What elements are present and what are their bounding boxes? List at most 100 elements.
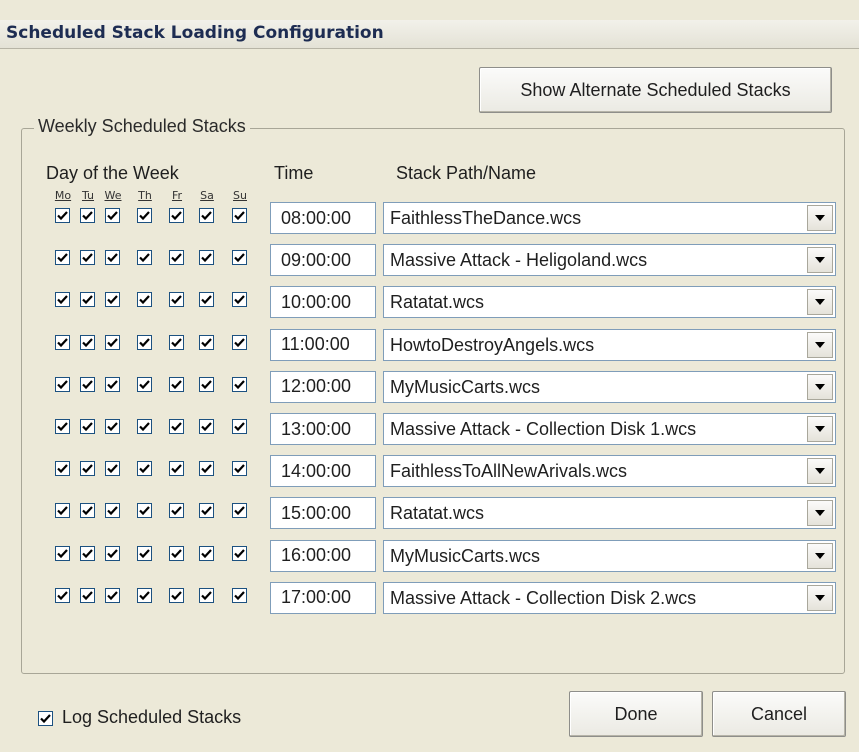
day-checkbox-su[interactable] xyxy=(232,503,247,519)
dropdown-button[interactable] xyxy=(807,458,833,485)
stack-combo[interactable]: Ratatat.wcs xyxy=(383,497,836,530)
day-checkbox-sa[interactable] xyxy=(199,587,214,603)
day-checkbox-th[interactable] xyxy=(137,419,152,434)
dropdown-button[interactable] xyxy=(807,416,833,442)
day-checkbox-tu[interactable] xyxy=(80,461,95,477)
day-checkbox-we[interactable] xyxy=(105,587,120,603)
day-checkbox-we[interactable] xyxy=(105,503,120,519)
dropdown-button[interactable] xyxy=(807,584,833,611)
day-checkbox-fr[interactable] xyxy=(169,419,184,434)
stack-combo[interactable]: MyMusicCarts.wcs xyxy=(383,539,836,572)
day-checkbox-th[interactable] xyxy=(137,461,152,477)
day-checkbox-su[interactable] xyxy=(232,208,247,223)
day-checkbox-we[interactable] xyxy=(105,334,120,350)
day-checkbox-sa[interactable] xyxy=(199,419,214,434)
show-alternate-button[interactable]: Show Alternate Scheduled Stacks xyxy=(479,67,832,113)
stack-combo[interactable]: Massive Attack - Heligoland.wcs xyxy=(383,244,836,277)
day-checkbox-we[interactable] xyxy=(105,208,120,223)
day-checkbox-mo[interactable] xyxy=(55,376,70,392)
day-checkbox-sa[interactable] xyxy=(199,545,214,561)
day-checkbox-th[interactable] xyxy=(137,250,152,266)
day-checkbox-sa[interactable] xyxy=(199,250,214,266)
dropdown-button[interactable] xyxy=(807,331,833,358)
log-scheduled-checkbox[interactable] xyxy=(38,711,53,726)
stack-combo[interactable]: HowtoDestroyAngels.wcs xyxy=(383,328,836,361)
day-checkbox-th[interactable] xyxy=(137,334,152,350)
time-field[interactable]: 15:00:00 xyxy=(270,497,376,530)
day-checkbox-mo[interactable] xyxy=(55,419,70,434)
dropdown-button[interactable] xyxy=(807,289,833,316)
time-field[interactable]: 14:00:00 xyxy=(270,455,376,488)
dropdown-button[interactable] xyxy=(807,373,833,400)
day-checkbox-su[interactable] xyxy=(232,292,247,308)
day-checkbox-fr[interactable] xyxy=(169,292,184,308)
time-field[interactable]: 13:00:00 xyxy=(270,413,376,445)
day-checkbox-fr[interactable] xyxy=(169,461,184,477)
day-checkbox-sa[interactable] xyxy=(199,334,214,350)
day-checkbox-we[interactable] xyxy=(105,292,120,308)
day-checkbox-th[interactable] xyxy=(137,208,152,223)
day-checkbox-fr[interactable] xyxy=(169,376,184,392)
time-field[interactable]: 16:00:00 xyxy=(270,539,376,572)
day-checkbox-sa[interactable] xyxy=(199,292,214,308)
day-checkbox-fr[interactable] xyxy=(169,334,184,350)
day-checkbox-we[interactable] xyxy=(105,376,120,392)
day-checkbox-su[interactable] xyxy=(232,545,247,561)
dropdown-button[interactable] xyxy=(807,500,833,527)
day-checkbox-mo[interactable] xyxy=(55,461,70,477)
day-checkbox-mo[interactable] xyxy=(55,250,70,266)
stack-combo[interactable]: Massive Attack - Collection Disk 1.wcs xyxy=(383,413,836,445)
day-checkbox-mo[interactable] xyxy=(55,545,70,561)
day-checkbox-th[interactable] xyxy=(137,292,152,308)
day-checkbox-mo[interactable] xyxy=(55,334,70,350)
day-checkbox-mo[interactable] xyxy=(55,587,70,603)
dropdown-button[interactable] xyxy=(807,247,833,274)
day-checkbox-th[interactable] xyxy=(137,503,152,519)
day-checkbox-su[interactable] xyxy=(232,461,247,477)
day-checkbox-we[interactable] xyxy=(105,461,120,477)
day-checkbox-sa[interactable] xyxy=(199,503,214,519)
day-checkbox-tu[interactable] xyxy=(80,419,95,434)
day-checkbox-mo[interactable] xyxy=(55,503,70,519)
day-checkbox-we[interactable] xyxy=(105,419,120,434)
day-checkbox-fr[interactable] xyxy=(169,208,184,223)
stack-combo[interactable]: Ratatat.wcs xyxy=(383,286,836,319)
time-field[interactable]: 12:00:00 xyxy=(270,370,376,403)
day-checkbox-th[interactable] xyxy=(137,545,152,561)
day-checkbox-fr[interactable] xyxy=(169,250,184,266)
day-checkbox-mo[interactable] xyxy=(55,292,70,308)
stack-combo[interactable]: Massive Attack - Collection Disk 2.wcs xyxy=(383,581,836,614)
day-checkbox-su[interactable] xyxy=(232,250,247,266)
day-checkbox-su[interactable] xyxy=(232,587,247,603)
day-checkbox-we[interactable] xyxy=(105,545,120,561)
day-checkbox-su[interactable] xyxy=(232,376,247,392)
day-checkbox-fr[interactable] xyxy=(169,587,184,603)
time-field[interactable]: 17:00:00 xyxy=(270,581,376,614)
time-field[interactable]: 08:00:00 xyxy=(270,202,376,234)
day-checkbox-tu[interactable] xyxy=(80,250,95,266)
day-checkbox-su[interactable] xyxy=(232,419,247,434)
day-checkbox-tu[interactable] xyxy=(80,208,95,223)
day-checkbox-tu[interactable] xyxy=(80,334,95,350)
day-checkbox-tu[interactable] xyxy=(80,587,95,603)
day-checkbox-fr[interactable] xyxy=(169,503,184,519)
day-checkbox-fr[interactable] xyxy=(169,545,184,561)
day-checkbox-th[interactable] xyxy=(137,376,152,392)
dropdown-button[interactable] xyxy=(807,205,833,231)
time-field[interactable]: 10:00:00 xyxy=(270,286,376,319)
stack-combo[interactable]: FaithlessTheDance.wcs xyxy=(383,202,836,234)
done-button[interactable]: Done xyxy=(569,691,703,737)
day-checkbox-tu[interactable] xyxy=(80,545,95,561)
stack-combo[interactable]: FaithlessToAllNewArivals.wcs xyxy=(383,455,836,488)
day-checkbox-mo[interactable] xyxy=(55,208,70,223)
day-checkbox-su[interactable] xyxy=(232,334,247,350)
day-checkbox-sa[interactable] xyxy=(199,461,214,477)
day-checkbox-sa[interactable] xyxy=(199,208,214,223)
cancel-button[interactable]: Cancel xyxy=(712,691,846,737)
time-field[interactable]: 11:00:00 xyxy=(270,328,376,361)
time-field[interactable]: 09:00:00 xyxy=(270,244,376,277)
stack-combo[interactable]: MyMusicCarts.wcs xyxy=(383,370,836,403)
day-checkbox-tu[interactable] xyxy=(80,376,95,392)
dropdown-button[interactable] xyxy=(807,542,833,569)
day-checkbox-th[interactable] xyxy=(137,587,152,603)
